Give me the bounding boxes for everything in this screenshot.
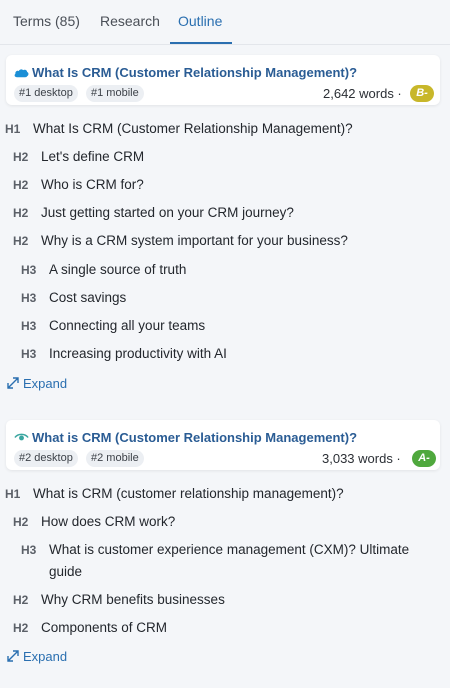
heading-text: Components of CRM — [41, 620, 168, 635]
active-tab-indicator — [170, 42, 232, 44]
heading-text: Cost savings — [49, 290, 127, 305]
heading-level-tag: H3 — [21, 319, 37, 333]
heading-level-tag: H2 — [13, 234, 29, 248]
heading-level-tag: H1 — [5, 122, 21, 136]
tab-outline[interactable]: Outline — [178, 13, 222, 29]
outline-tabs: Terms (85) Research Outline — [0, 0, 450, 45]
expand-arrows-icon — [7, 650, 19, 662]
expand-label: Expand — [23, 649, 68, 664]
heading-level-tag: H3 — [21, 291, 37, 305]
content-grade-badge: B- — [410, 85, 434, 102]
heading-level-tag: H3 — [21, 263, 37, 277]
rank-desktop-badge: #1 desktop — [14, 85, 78, 102]
tab-research[interactable]: Research — [100, 13, 160, 29]
salesforce-cloud-icon — [14, 69, 29, 78]
word-count: 2,642 words · — [323, 86, 402, 101]
heading-level-tag: H2 — [13, 593, 29, 607]
result-card-1[interactable]: What Is CRM (Customer Relationship Manag… — [6, 55, 440, 105]
heading-level-tag: H2 — [13, 621, 29, 635]
result-title[interactable]: What Is CRM (Customer Relationship Manag… — [32, 65, 357, 80]
heading-level-tag: H2 — [13, 515, 29, 529]
heading-text: What is CRM (customer relationship manag… — [33, 486, 344, 501]
heading-text: What Is CRM (Customer Relationship Manag… — [33, 121, 353, 136]
rank-mobile-badge: #1 mobile — [86, 85, 144, 102]
heading-text: How does CRM work? — [41, 514, 176, 529]
heading-text: Who is CRM for? — [41, 177, 144, 192]
heading-level-tag: H3 — [21, 347, 37, 361]
content-grade-badge: A- — [412, 450, 436, 467]
rank-desktop-badge: #2 desktop — [14, 450, 78, 467]
result-card-2[interactable]: What is CRM (Customer Relationship Manag… — [6, 420, 440, 470]
rank-mobile-badge: #2 mobile — [86, 450, 144, 467]
heading-text: Connecting all your teams — [49, 318, 206, 333]
heading-text: Why is a CRM system important for your b… — [41, 233, 348, 248]
heading-text: Why CRM benefits businesses — [41, 592, 225, 607]
result-title[interactable]: What is CRM (Customer Relationship Manag… — [32, 430, 357, 445]
heading-text: A single source of truth — [49, 262, 187, 277]
expand-button[interactable]: Expand — [6, 649, 67, 664]
eye-icon — [14, 433, 29, 441]
heading-text: Increasing productivity with AI — [49, 346, 227, 361]
heading-level-tag: H2 — [13, 178, 29, 192]
word-count: 3,033 words · — [322, 451, 401, 466]
expand-arrows-icon — [7, 377, 19, 389]
heading-level-tag: H3 — [21, 543, 37, 557]
heading-text: Just getting started on your CRM journey… — [41, 205, 294, 220]
expand-label: Expand — [23, 376, 68, 391]
expand-button[interactable]: Expand — [6, 376, 67, 391]
heading-text: What is customer experience management (… — [49, 542, 410, 557]
tab-terms[interactable]: Terms (85) — [13, 13, 80, 29]
heading-level-tag: H2 — [13, 206, 29, 220]
heading-level-tag: H2 — [13, 150, 29, 164]
heading-level-tag: H1 — [5, 487, 21, 501]
heading-text: guide — [49, 564, 83, 579]
heading-text: Let's define CRM — [41, 149, 145, 164]
